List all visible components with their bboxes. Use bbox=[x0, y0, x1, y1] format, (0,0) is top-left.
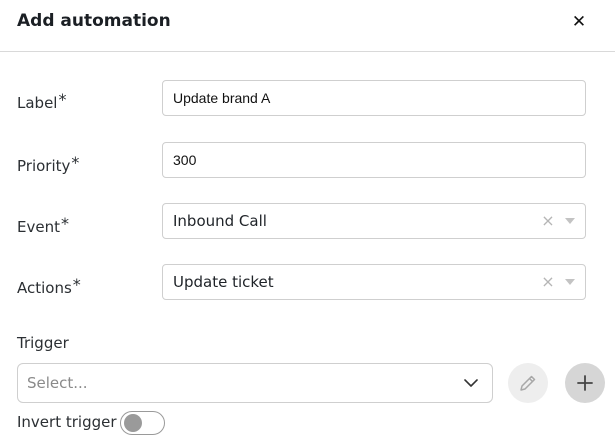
label-field-label: Label* bbox=[17, 90, 67, 112]
event-field-text: Event bbox=[17, 218, 60, 236]
dialog-header: Add automation ✕ bbox=[0, 0, 615, 52]
trigger-placeholder: Select... bbox=[27, 374, 88, 392]
trigger-select[interactable]: Select... bbox=[17, 363, 493, 403]
chevron-down-icon[interactable] bbox=[463, 375, 479, 391]
plus-icon bbox=[577, 375, 593, 391]
invert-trigger-toggle[interactable] bbox=[120, 411, 165, 435]
clear-icon[interactable]: × bbox=[541, 211, 555, 231]
required-mark: * bbox=[58, 90, 67, 109]
actions-field-text: Actions bbox=[17, 279, 72, 297]
required-mark: * bbox=[60, 214, 69, 233]
required-mark: * bbox=[71, 153, 80, 172]
actions-select-value: Update ticket bbox=[173, 273, 274, 291]
actions-select[interactable]: Update ticket × bbox=[162, 264, 586, 300]
event-select-value: Inbound Call bbox=[173, 212, 267, 230]
priority-field-label: Priority* bbox=[17, 153, 80, 175]
pencil-icon bbox=[520, 375, 536, 391]
event-field-label: Event* bbox=[17, 214, 69, 236]
add-trigger-button[interactable] bbox=[565, 363, 605, 403]
caret-down-icon[interactable] bbox=[565, 279, 575, 285]
close-icon[interactable]: ✕ bbox=[570, 13, 588, 31]
trigger-label: Trigger bbox=[17, 334, 69, 352]
caret-down-icon[interactable] bbox=[565, 218, 575, 224]
dialog-title: Add automation bbox=[17, 11, 171, 31]
toggle-knob bbox=[124, 414, 142, 432]
label-field-text: Label bbox=[17, 94, 58, 112]
actions-field-label: Actions* bbox=[17, 275, 81, 297]
required-mark: * bbox=[72, 275, 81, 294]
clear-icon[interactable]: × bbox=[541, 272, 555, 292]
event-select[interactable]: Inbound Call × bbox=[162, 203, 586, 239]
edit-trigger-button[interactable] bbox=[508, 363, 548, 403]
label-input[interactable] bbox=[162, 80, 586, 116]
priority-input[interactable] bbox=[162, 142, 586, 178]
invert-trigger-label: Invert trigger bbox=[17, 413, 117, 431]
priority-field-text: Priority bbox=[17, 157, 71, 175]
